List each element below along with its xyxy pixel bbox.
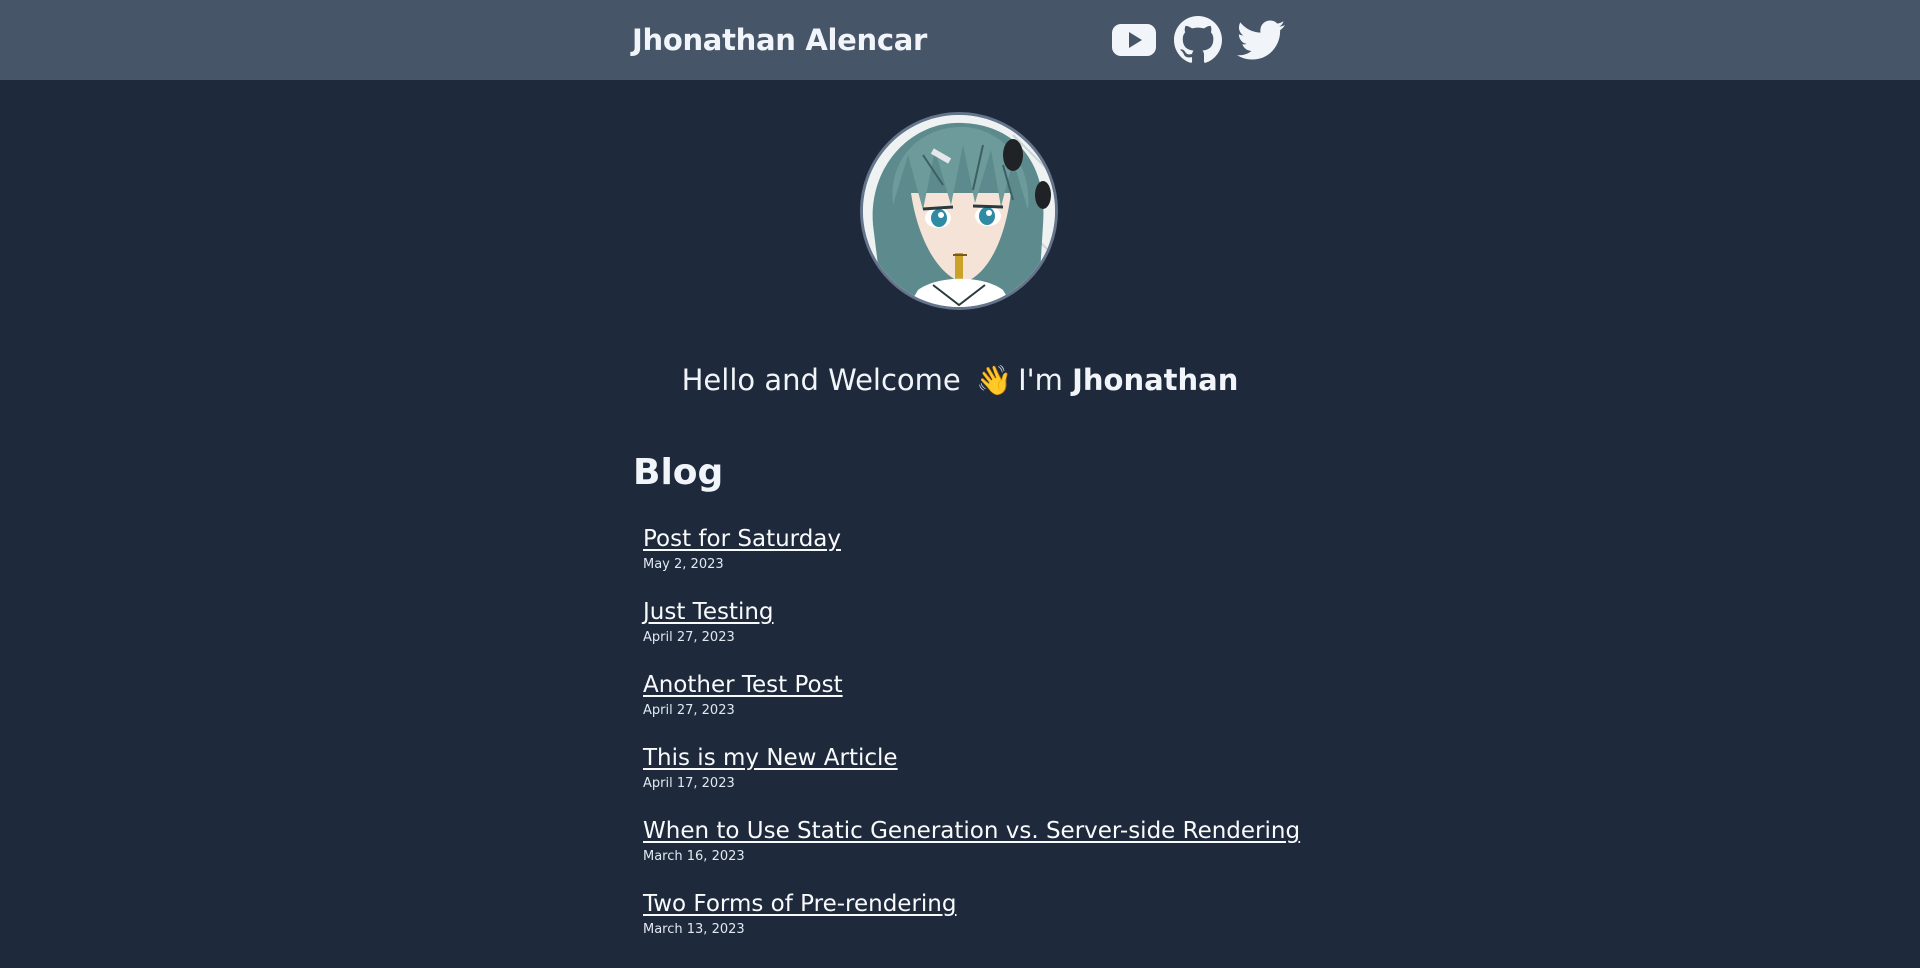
youtube-icon xyxy=(1112,24,1156,56)
post-title-link[interactable]: This is my New Article xyxy=(643,743,1300,773)
top-navigation-bar: Jhonathan Alencar xyxy=(0,0,1920,80)
greeting-im: I'm xyxy=(1018,363,1063,397)
post-title-link[interactable]: Another Test Post xyxy=(643,670,1300,700)
blog-heading: Blog xyxy=(633,452,724,493)
list-item: Post for Saturday May 2, 2023 xyxy=(643,524,1300,597)
greeting-name: Jhonathan xyxy=(1072,363,1239,397)
post-title-link[interactable]: Just Testing xyxy=(643,597,1300,627)
post-date: May 2, 2023 xyxy=(643,557,724,572)
list-item: Another Test Post April 27, 2023 xyxy=(643,670,1300,743)
post-date: March 16, 2023 xyxy=(643,849,745,864)
post-title-link[interactable]: Post for Saturday xyxy=(643,524,1300,554)
profile-avatar xyxy=(860,112,1058,310)
list-item: When to Use Static Generation vs. Server… xyxy=(643,816,1300,889)
greeting-prefix: Hello and Welcome xyxy=(681,363,961,397)
twitter-link[interactable] xyxy=(1236,16,1286,64)
waving-hand-icon: 👋 xyxy=(975,363,1013,397)
post-date: March 13, 2023 xyxy=(643,922,745,937)
blog-post-list: Post for Saturday May 2, 2023 Just Testi… xyxy=(643,524,1300,962)
github-link[interactable] xyxy=(1174,16,1222,64)
github-icon xyxy=(1174,16,1222,63)
youtube-link[interactable] xyxy=(1110,16,1158,64)
post-date: April 17, 2023 xyxy=(643,776,735,791)
post-title-link[interactable]: When to Use Static Generation vs. Server… xyxy=(643,816,1300,846)
post-title-link[interactable]: Two Forms of Pre-rendering xyxy=(643,889,1300,919)
post-date: April 27, 2023 xyxy=(643,703,735,718)
site-title-link[interactable]: Jhonathan Alencar xyxy=(632,22,927,58)
list-item: Just Testing April 27, 2023 xyxy=(643,597,1300,670)
list-item: Two Forms of Pre-rendering March 13, 202… xyxy=(643,889,1300,962)
post-date: April 27, 2023 xyxy=(643,630,735,645)
list-item: This is my New Article April 17, 2023 xyxy=(643,743,1300,816)
welcome-greeting: Hello and Welcome 👋 I'm Jhonathan xyxy=(0,356,1920,404)
twitter-icon xyxy=(1237,20,1285,60)
